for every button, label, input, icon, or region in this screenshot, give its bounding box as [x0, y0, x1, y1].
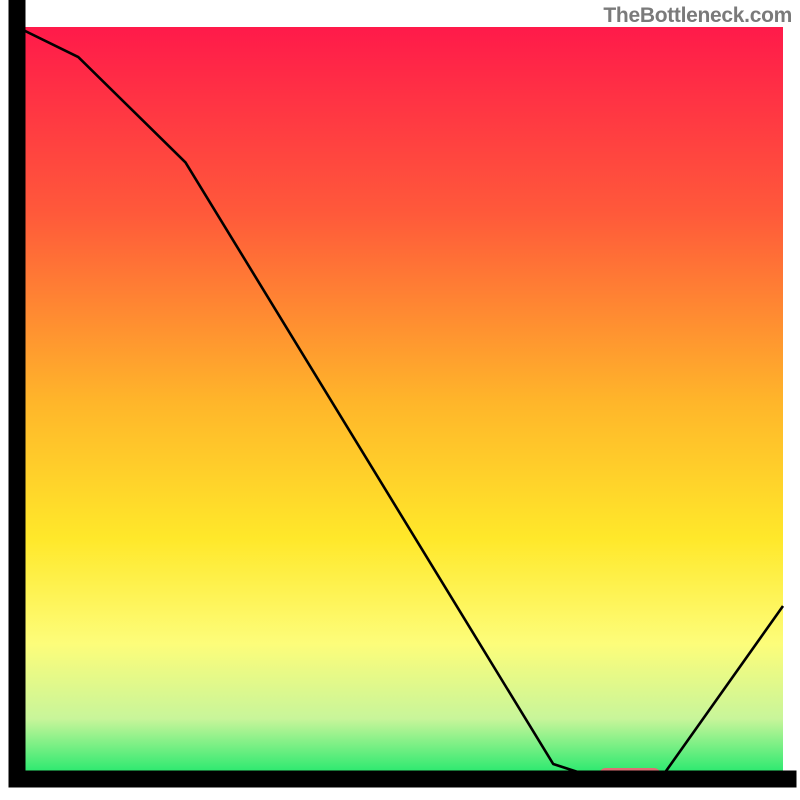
chart-svg: [0, 0, 800, 800]
plot-background: [17, 27, 783, 779]
watermark-text: TheBottleneck.com: [603, 4, 792, 28]
bottleneck-chart: TheBottleneck.com: [0, 0, 800, 800]
